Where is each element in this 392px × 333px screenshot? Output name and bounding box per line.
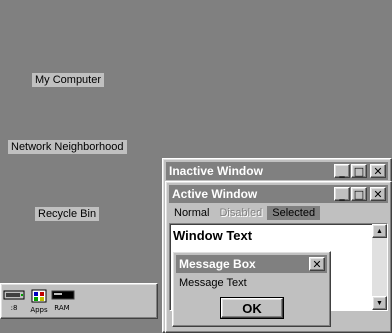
taskbar: :8 Apps RAM (0, 283, 158, 319)
tray-item-ram[interactable]: RAM (51, 289, 75, 312)
window-text: Window Text (173, 228, 253, 243)
message-text: Message Text (179, 277, 247, 289)
minimize-icon: _ (339, 164, 345, 178)
desktop-icon-label: My Computer (35, 74, 102, 86)
tray-label: Apps (30, 306, 48, 314)
close-button[interactable]: ✕ (370, 164, 386, 178)
scroll-down-button[interactable]: ▼ (372, 296, 387, 310)
close-icon: ✕ (373, 187, 383, 201)
close-icon: ✕ (312, 257, 322, 271)
arrow-up-icon: ▲ (376, 227, 383, 235)
inactive-window-titlebar[interactable]: Inactive Window _ □ ✕ (166, 162, 388, 180)
apps-icon (31, 289, 47, 303)
window-title: Active Window (172, 187, 258, 201)
maximize-icon: □ (353, 187, 365, 201)
menu-item-disabled: Disabled (219, 207, 263, 219)
desktop-icon-label: Recycle Bin (38, 208, 97, 220)
desktop-icon-recycle-bin[interactable]: Recycle Bin (35, 207, 100, 221)
minimize-button[interactable]: _ (334, 164, 350, 178)
vertical-scrollbar[interactable]: ▲ ▼ (372, 224, 387, 310)
minimize-icon: _ (339, 187, 345, 201)
window-title: Inactive Window (169, 164, 263, 178)
ok-button-label: OK (242, 300, 262, 316)
maximize-icon: □ (353, 164, 365, 178)
tray-item-drive[interactable]: :8 (3, 289, 25, 312)
minimize-button[interactable]: _ (334, 187, 350, 201)
message-box[interactable]: Message Box ✕ Message Text OK (172, 251, 331, 327)
maximize-button[interactable]: □ (351, 164, 367, 178)
scroll-up-button[interactable]: ▲ (372, 224, 387, 238)
active-window-titlebar[interactable]: Active Window _ □ ✕ (169, 185, 388, 203)
desktop-icon-label: Network Neighborhood (11, 141, 124, 153)
message-box-titlebar[interactable]: Message Box ✕ (176, 255, 327, 273)
menu-item-selected[interactable]: Selected (267, 206, 321, 220)
menu-bar: Normal Disabled Selected (169, 205, 388, 221)
arrow-down-icon: ▼ (376, 299, 383, 307)
ram-icon (51, 290, 75, 300)
tray-label: :8 (10, 304, 18, 312)
desktop-icon-my-computer[interactable]: My Computer (32, 73, 105, 87)
menu-item-normal[interactable]: Normal (169, 206, 214, 220)
drive-icon (3, 290, 25, 300)
desktop-icon-network-neighborhood[interactable]: Network Neighborhood (8, 140, 127, 154)
close-button[interactable]: ✕ (370, 187, 386, 201)
close-icon: ✕ (373, 164, 383, 178)
close-button[interactable]: ✕ (309, 257, 325, 271)
tray-item-apps[interactable]: Apps (28, 289, 50, 314)
maximize-button[interactable]: □ (351, 187, 367, 201)
ok-button[interactable]: OK (220, 297, 284, 319)
message-box-title: Message Box (179, 257, 256, 271)
tray-label: RAM (54, 304, 70, 312)
